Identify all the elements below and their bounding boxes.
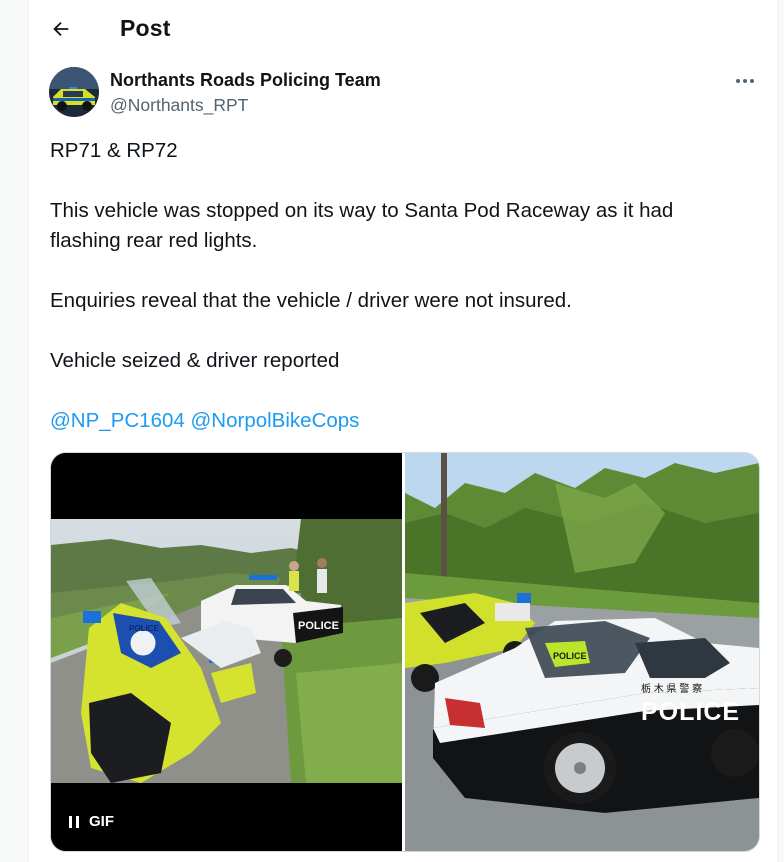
car-livery-text: POLICE: [298, 620, 339, 632]
arrow-left-icon: [53, 21, 69, 37]
tweet-text-line: This vehicle was stopped on its way to S…: [50, 199, 674, 222]
top-bar: Post: [29, 0, 777, 60]
more-button[interactable]: [731, 70, 759, 92]
author-handle[interactable]: @Northants_RPT: [110, 95, 248, 116]
back-button[interactable]: [43, 11, 79, 47]
post-page: Post Northants Roads Policing Team @Nort…: [28, 0, 778, 862]
page-title: Post: [120, 15, 171, 41]
gif-badge[interactable]: GIF: [69, 813, 114, 830]
tweet-text-line: Vehicle seized & driver reported: [50, 349, 340, 372]
mention-link[interactable]: @NP_PC1604: [50, 409, 185, 432]
tweet-text-line: RP71 & RP72: [50, 139, 178, 162]
tweet-text-line: flashing rear red lights.: [50, 229, 258, 252]
mentions-line: @NP_PC1604 @NorpolBikeCops: [50, 406, 359, 436]
photo-media[interactable]: POLICE 栃 木 県 警 察 POLICE: [405, 453, 759, 851]
avatar[interactable]: [49, 67, 99, 117]
gif-media[interactable]: POLICE POLICE GIF: [51, 453, 402, 851]
more-horizontal-icon: [736, 79, 754, 83]
motorbike-livery-text: POLICE: [129, 624, 159, 633]
windshield-sign-text: POLICE: [553, 651, 587, 661]
author-name[interactable]: Northants Roads Policing Team: [110, 70, 381, 91]
car-livery-text: POLICE: [641, 698, 740, 726]
pause-icon: [69, 815, 79, 828]
car-jp-text: 栃 木 県 警 察: [641, 682, 702, 695]
mention-link[interactable]: @NorpolBikeCops: [190, 409, 359, 432]
media-grid: POLICE POLICE GIF POLICE 栃 木 県 警 察 POLIC…: [50, 452, 760, 852]
photo-image: POLICE 栃 木 県 警 察 POLICE: [405, 453, 759, 851]
gif-label: GIF: [89, 813, 114, 830]
tweet-text-line: Enquiries reveal that the vehicle / driv…: [50, 289, 572, 312]
gif-image: POLICE POLICE: [51, 453, 402, 851]
